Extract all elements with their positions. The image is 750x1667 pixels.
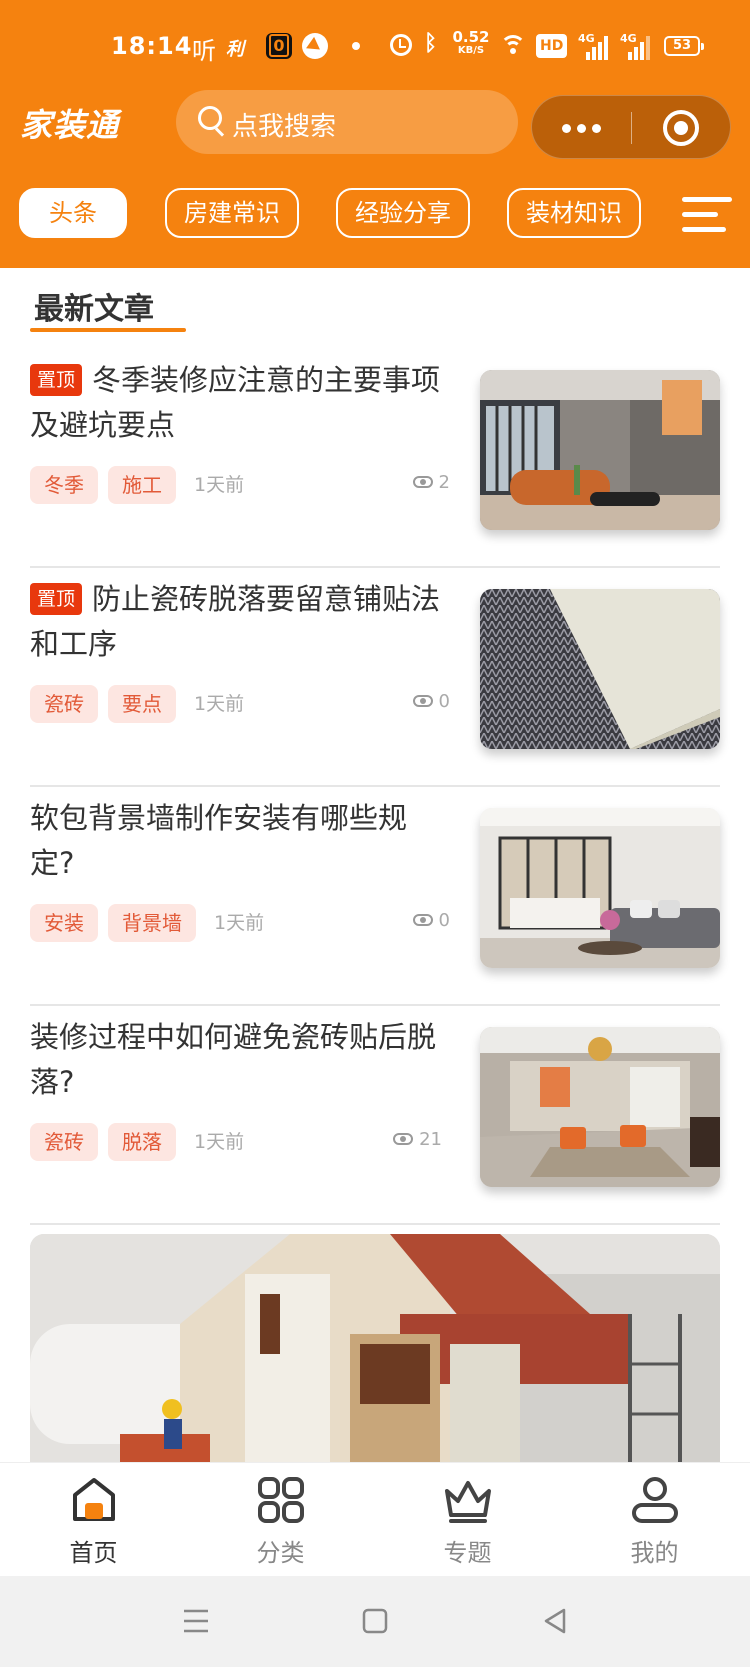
- home-button-icon[interactable]: [362, 1608, 388, 1634]
- crown-icon: [445, 1481, 491, 1523]
- article-tag[interactable]: 冬季: [30, 466, 98, 504]
- nav-topics-label: 专题: [443, 1539, 492, 1567]
- hd-voice-badge: HD: [536, 34, 568, 58]
- eye-icon: [412, 695, 433, 707]
- article-tags: 安装 背景墙 1天前: [30, 904, 264, 942]
- eye-icon: [412, 476, 433, 488]
- close-miniprogram-icon[interactable]: [663, 110, 699, 146]
- nav-home[interactable]: 首页: [0, 1463, 187, 1577]
- article-item[interactable]: 软包背景墙制作安装有哪些规定? 安装 背景墙 1天前 0: [30, 788, 720, 1006]
- status-bar: 18:14 听 利 0 ᛒ 0.52 KB/S HD 4G 4G 53: [0, 28, 750, 68]
- article-title: 置顶 冬季装修应注意的主要事项及避坑要点: [30, 363, 441, 442]
- nav-home-label: 首页: [69, 1539, 118, 1567]
- article-title: 置顶 防止瓷砖脱落要留意铺贴法和工序: [30, 582, 441, 661]
- article-title: 软包背景墙制作安装有哪些规定?: [30, 801, 408, 880]
- cell-signal-icon: 4G: [578, 32, 608, 60]
- article-thumbnail[interactable]: [480, 1027, 720, 1187]
- navigation-app-icon: [302, 33, 328, 59]
- search-bar[interactable]: 点我搜索: [176, 90, 518, 154]
- more-options-button[interactable]: [532, 96, 630, 160]
- user-icon: [632, 1477, 678, 1523]
- pinned-badge: 置顶: [30, 583, 83, 615]
- article-time: 1天前: [194, 693, 245, 715]
- search-icon: [198, 106, 222, 130]
- wifi-icon: [500, 34, 526, 58]
- nav-topics[interactable]: 专题: [374, 1463, 561, 1577]
- divider: [30, 1004, 720, 1006]
- promo-banner[interactable]: [30, 1234, 720, 1470]
- app-logo: 家装通: [20, 106, 120, 144]
- eye-icon: [393, 1133, 414, 1145]
- divider: [30, 1223, 720, 1225]
- tab-toutiao[interactable]: 头条: [19, 188, 127, 238]
- network-speed: 0.52 KB/S: [452, 28, 490, 57]
- divider: [30, 785, 720, 787]
- nav-category-label: 分类: [256, 1539, 305, 1567]
- eye-icon: [412, 914, 433, 926]
- article-views: 0: [412, 691, 450, 712]
- tab-materials[interactable]: 装材知识: [507, 188, 641, 238]
- article-views: 2: [412, 472, 450, 493]
- article-item[interactable]: 装修过程中如何避免瓷砖贴后脱落? 瓷砖 脱落 1天前 21: [30, 1007, 720, 1225]
- tab-experience[interactable]: 经验分享: [336, 188, 470, 238]
- recent-apps-icon[interactable]: [182, 1608, 210, 1634]
- article-item[interactable]: 置顶 防止瓷砖脱落要留意铺贴法和工序 瓷砖 要点 1天前 0: [30, 569, 720, 787]
- article-thumbnail[interactable]: [480, 370, 720, 530]
- pinned-badge: 置顶: [30, 364, 83, 396]
- article-tag[interactable]: 要点: [108, 685, 176, 723]
- notification-app-icon: 利: [226, 39, 244, 60]
- article-time: 1天前: [194, 1131, 245, 1153]
- nav-mine-label: 我的: [630, 1539, 679, 1567]
- notification-zero-icon: 0: [266, 33, 292, 59]
- alarm-icon: [390, 34, 412, 56]
- article-tag[interactable]: 瓷砖: [30, 1123, 98, 1161]
- article-thumbnail[interactable]: [480, 808, 720, 968]
- article-title: 装修过程中如何避免瓷砖贴后脱落?: [30, 1020, 437, 1099]
- bottom-nav: 首页 分类 专题 我的: [0, 1462, 750, 1576]
- article-views: 0: [412, 910, 450, 931]
- section-underline: [30, 328, 186, 332]
- nav-mine[interactable]: 我的: [561, 1463, 748, 1577]
- header: 18:14 听 利 0 ᛒ 0.52 KB/S HD 4G 4G 53 家装通 点…: [0, 0, 750, 268]
- capsule-divider: [631, 112, 632, 144]
- tab-housing-knowledge[interactable]: 房建常识: [165, 188, 299, 238]
- more-notifications-dot-icon: [352, 42, 360, 50]
- home-icon: [73, 1478, 115, 1521]
- divider: [30, 566, 720, 568]
- article-tags: 瓷砖 脱落 1天前: [30, 1123, 244, 1161]
- article-tags: 瓷砖 要点 1天前: [30, 685, 244, 723]
- article-tag[interactable]: 瓷砖: [30, 685, 98, 723]
- cell-signal-icon: 4G: [620, 32, 650, 60]
- article-tags: 冬季 施工 1天前: [30, 466, 244, 504]
- nav-category[interactable]: 分类: [187, 1463, 374, 1577]
- search-placeholder: 点我搜索: [232, 112, 337, 142]
- system-nav-bar: [0, 1576, 750, 1667]
- category-tabs: 头条 房建常识 经验分享 装材知识: [0, 188, 750, 240]
- bluetooth-icon: ᛒ: [424, 31, 438, 56]
- battery-icon: 53: [664, 36, 704, 56]
- category-grid-icon: [258, 1477, 304, 1523]
- article-tag[interactable]: 背景墙: [108, 904, 196, 942]
- menu-icon[interactable]: [682, 197, 732, 233]
- miniprogram-capsule: [531, 95, 731, 159]
- article-time: 1天前: [214, 912, 265, 934]
- article-item[interactable]: 置顶 冬季装修应注意的主要事项及避坑要点 冬季 施工 1天前 2: [30, 350, 720, 568]
- article-time: 1天前: [194, 474, 245, 496]
- article-views: 21: [393, 1129, 442, 1150]
- article-tag[interactable]: 脱落: [108, 1123, 176, 1161]
- ting-app-icon: 听: [192, 37, 216, 65]
- app-bar: 家装通 点我搜索: [0, 86, 750, 160]
- article-thumbnail[interactable]: [480, 589, 720, 749]
- article-tag[interactable]: 安装: [30, 904, 98, 942]
- status-time: 18:14: [111, 32, 193, 60]
- article-tag[interactable]: 施工: [108, 466, 176, 504]
- back-icon[interactable]: [542, 1608, 568, 1634]
- section-title: 最新文章: [34, 292, 154, 327]
